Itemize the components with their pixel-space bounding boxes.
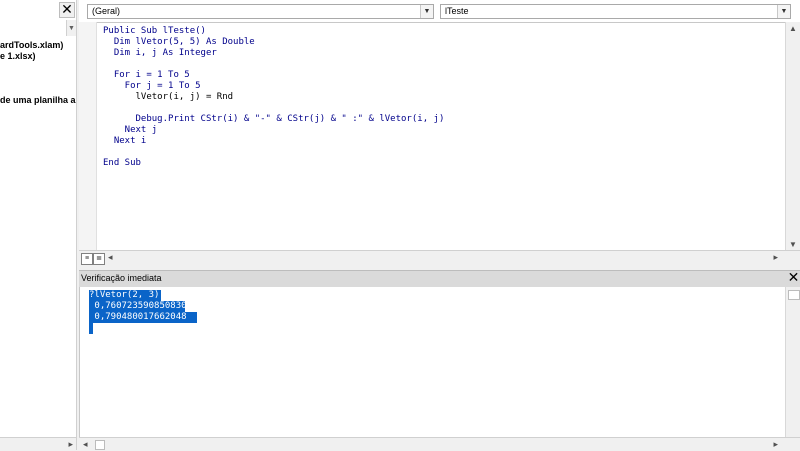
scroll-right-arrow-icon[interactable]: ▸	[773, 252, 778, 263]
code-hscroll[interactable]: ≡ ≣ ◂ ▸	[79, 250, 800, 267]
code-line: Dim i, j As Integer	[103, 48, 217, 58]
selection-caret	[89, 323, 93, 334]
immediate-hscroll[interactable]: ◂ ▸	[79, 437, 800, 451]
code-line: For j = 1 To 5	[103, 81, 201, 91]
scroll-thumb[interactable]	[788, 290, 800, 300]
object-combobox-value: (Geral)	[92, 6, 121, 16]
close-icon[interactable]: ✕	[787, 271, 800, 285]
scroll-thumb[interactable]	[95, 440, 105, 450]
scroll-down-arrow-icon[interactable]: ▼	[789, 240, 797, 249]
code-line: End Sub	[103, 158, 141, 168]
immediate-window[interactable]: ?lVetor(2, 3) 0,760723590850830 0,790480…	[79, 287, 800, 437]
project-explorer-hscroll[interactable]: ▸	[0, 437, 76, 450]
project-tree-item[interactable]: ardTools.xlam)	[0, 40, 63, 50]
code-vscroll[interactable]: ▲ ▼	[785, 22, 800, 251]
immediate-window-title: Verificação imediata	[81, 273, 162, 283]
immediate-line: ?lVetor(2, 3)	[89, 290, 161, 301]
scroll-right-arrow-icon[interactable]: ▸	[68, 439, 73, 450]
procedure-view-icon[interactable]: ≡	[81, 253, 93, 265]
code-line: Dim lVetor(5, 5) As Double	[103, 37, 255, 47]
dropdown-arrow-icon[interactable]: ▼	[420, 5, 433, 18]
procedure-combobox-value: lTeste	[445, 6, 469, 16]
code-window: (Geral) ▼ lTeste ▼ Public Sub lTeste() D…	[79, 0, 800, 267]
scroll-left-arrow-icon[interactable]: ◂	[83, 439, 88, 450]
code-margin-indicator-bar[interactable]	[79, 22, 97, 250]
code-line: For i = 1 To 5	[103, 70, 190, 80]
dropdown-arrow-icon[interactable]: ▼	[777, 5, 790, 18]
code-line: Public Sub lTeste()	[103, 26, 206, 36]
immediate-vscroll[interactable]	[785, 287, 800, 437]
code-line: lVetor(i, j) = Rnd	[103, 92, 234, 102]
scroll-down-arrow-icon[interactable]: ▼	[68, 25, 75, 32]
immediate-window-header[interactable]: Verificação imediata	[79, 270, 800, 288]
scroll-left-arrow-icon[interactable]: ◂	[108, 252, 113, 263]
immediate-line: 0,790480017662048	[89, 312, 197, 323]
project-explorer-panel: ▼ ardTools.xlam) e 1.xlsx) de uma planil…	[0, 0, 77, 450]
code-text[interactable]: Public Sub lTeste() Dim lVetor(5, 5) As …	[103, 26, 444, 169]
full-module-view-icon[interactable]: ≣	[93, 253, 105, 265]
procedure-combobox[interactable]: lTeste ▼	[440, 4, 791, 19]
code-line: Next j	[103, 125, 158, 135]
project-tree-item[interactable]: de uma planilha aut	[0, 95, 76, 105]
scroll-up-arrow-icon[interactable]: ▲	[789, 24, 797, 33]
code-line: Debug.Print CStr(i) & "-" & CStr(j) & " …	[103, 114, 445, 124]
close-icon[interactable]: ✕	[59, 2, 75, 18]
object-combobox[interactable]: (Geral) ▼	[87, 4, 434, 19]
scroll-right-arrow-icon[interactable]: ▸	[773, 439, 778, 450]
project-tree-item[interactable]: e 1.xlsx)	[0, 51, 36, 61]
immediate-line: 0,760723590850830	[89, 301, 192, 312]
project-explorer-vscroll[interactable]: ▼	[66, 20, 76, 36]
code-line: Next i	[103, 136, 147, 146]
